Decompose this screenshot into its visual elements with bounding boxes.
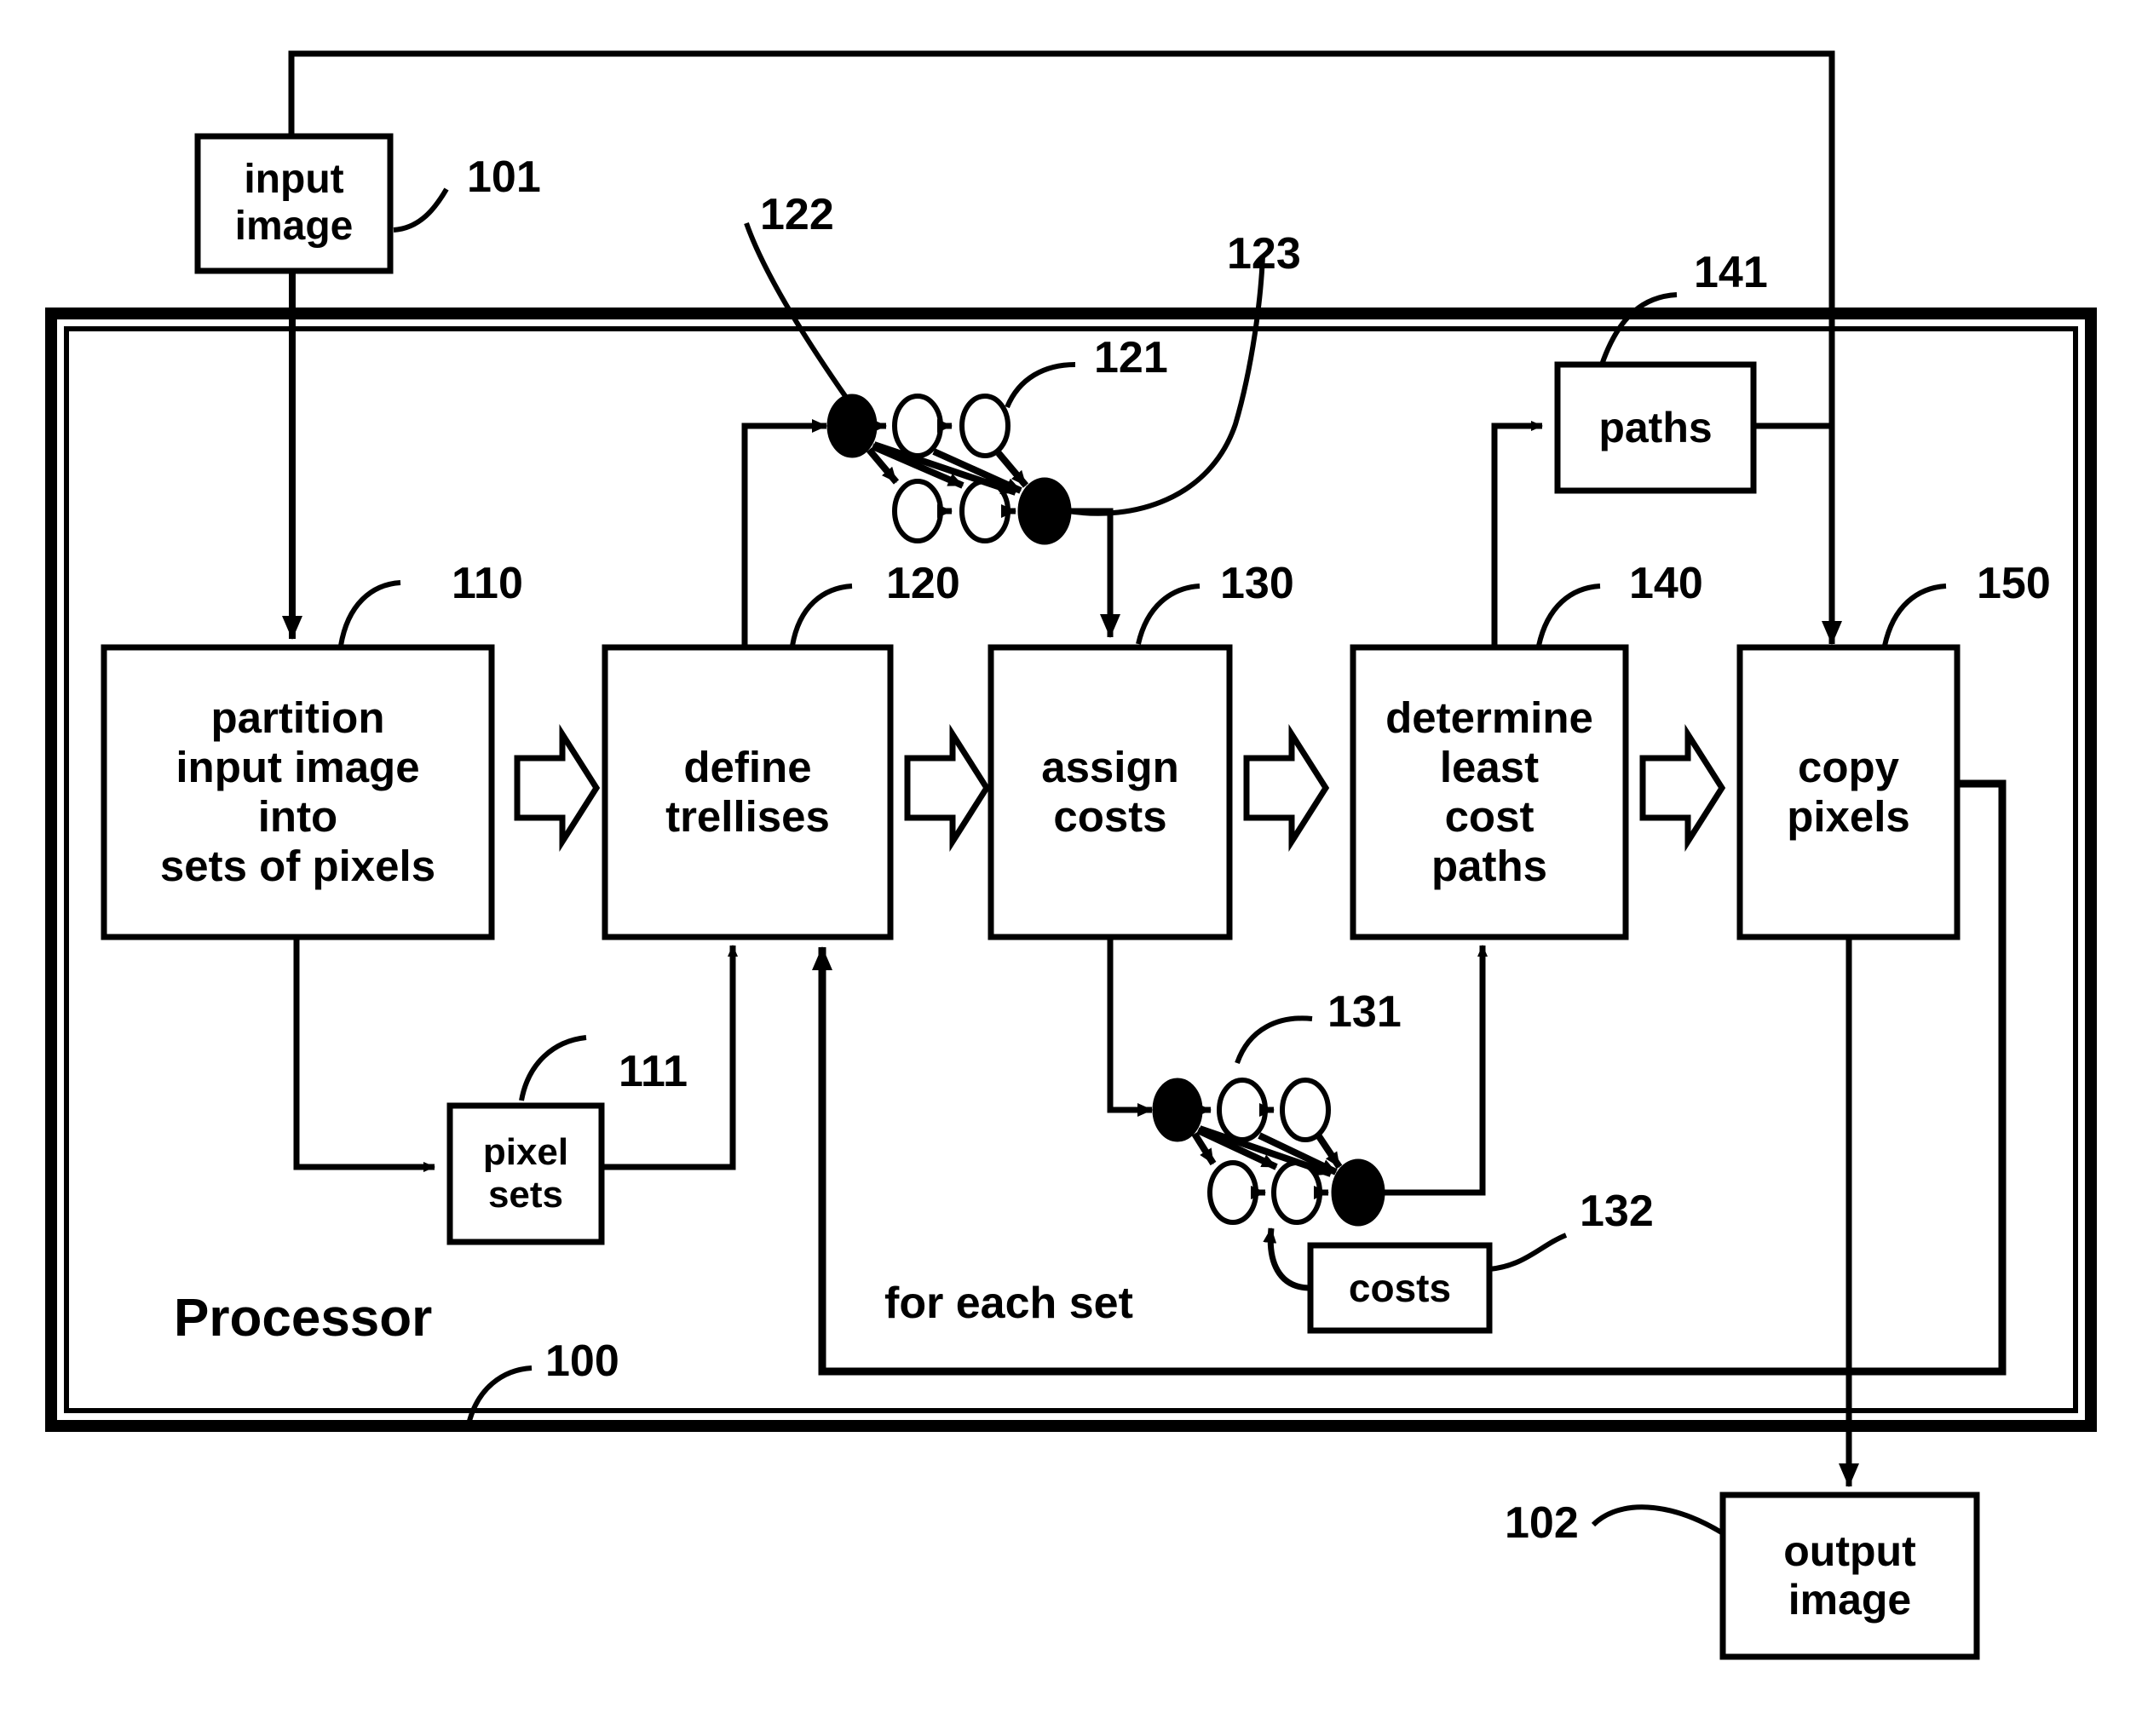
pixel-sets-box[interactable] — [450, 1106, 602, 1242]
ref-number-141: 141 — [1694, 248, 1768, 297]
ref-number-123: 123 — [1227, 229, 1301, 279]
ref-number-122: 122 — [760, 190, 834, 239]
output-image-box[interactable] — [1723, 1495, 1977, 1657]
assign-costs-box[interactable] — [991, 647, 1229, 937]
trellis-upper-graphic-region[interactable] — [818, 388, 1082, 549]
ref-number-120: 120 — [886, 559, 960, 608]
global-top-connector — [288, 50, 1842, 645]
partition-box[interactable] — [104, 647, 492, 937]
ref-number-131: 131 — [1327, 987, 1402, 1037]
ref-number-101: 101 — [467, 152, 541, 202]
define-trellises-box[interactable] — [605, 647, 890, 937]
ref-number-140: 140 — [1629, 559, 1703, 608]
determine-least-cost-paths-box[interactable] — [1353, 647, 1626, 937]
costs-box[interactable] — [1310, 1245, 1489, 1331]
ref-number-130: 130 — [1220, 559, 1294, 608]
ref-number-100: 100 — [545, 1336, 619, 1386]
input-image-box[interactable] — [198, 136, 390, 271]
ref-number-121: 121 — [1094, 333, 1168, 382]
copy-pixels-box[interactable] — [1740, 647, 1957, 937]
ref-number-111: 111 — [619, 1047, 688, 1096]
figure-canvas: input image output image partition input… — [0, 0, 2142, 1736]
for-each-set-label: for each set — [884, 1279, 1133, 1328]
trellis-lower-graphic-region[interactable] — [1146, 1072, 1402, 1233]
ref-number-150: 150 — [1977, 559, 2051, 608]
processor-label: Processor — [174, 1289, 433, 1348]
paths-box[interactable] — [1558, 365, 1753, 491]
ref-number-132: 132 — [1580, 1187, 1654, 1236]
ref-number-110: 110 — [452, 559, 523, 608]
ref-number-102: 102 — [1505, 1498, 1579, 1548]
define-trellises-top-connector — [741, 419, 827, 647]
